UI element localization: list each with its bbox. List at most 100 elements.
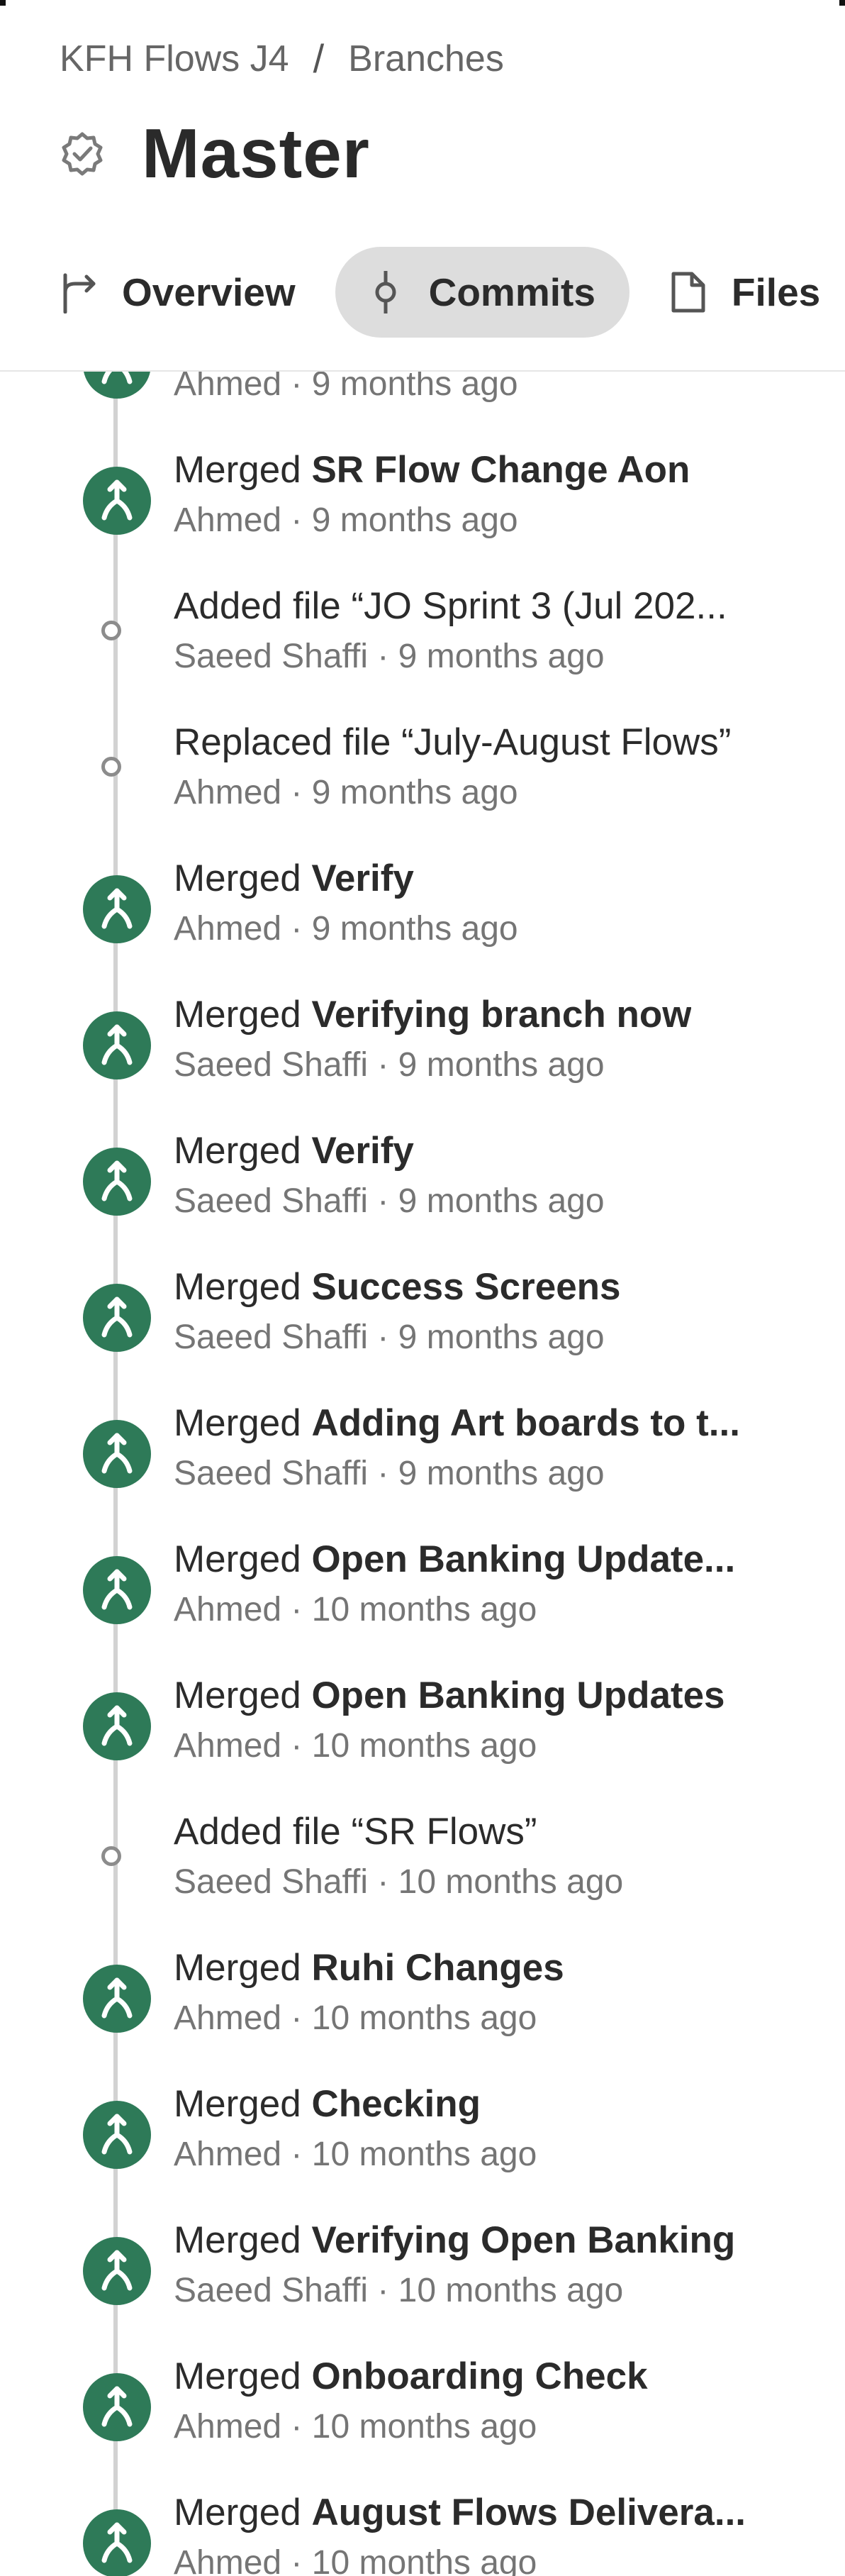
commit-time: 10 months ago <box>311 1727 537 1765</box>
commit-branch-name: Checking <box>311 2083 481 2125</box>
meta-separator: · <box>281 2544 312 2576</box>
commit-author: Saeed Shaffi <box>174 1318 369 1356</box>
commit-row[interactable]: Merged Verify Ahmed · 9 months ago <box>0 851 845 987</box>
merge-icon <box>83 875 151 943</box>
tab-bar: Overview Commits Files <box>60 247 845 338</box>
commit-action: Merged <box>174 1402 312 1444</box>
commit-message: Merged Open Banking Updates <box>174 1674 725 1717</box>
merge-icon <box>83 1965 151 2033</box>
meta-separator: · <box>368 638 398 675</box>
commit-meta: Ahmed · 10 months ago <box>174 1999 537 2038</box>
merge-icon-glyph <box>101 1569 133 1610</box>
commit-time: 9 months ago <box>398 1455 605 1492</box>
merge-icon-glyph <box>101 888 133 929</box>
meta-separator: · <box>281 2136 312 2173</box>
commit-time: 9 months ago <box>398 1046 605 1084</box>
commit-meta: Saeed Shaffi · 9 months ago <box>174 1182 605 1221</box>
file-change-dot-icon <box>101 757 121 777</box>
merge-icon-glyph <box>101 1433 133 1474</box>
merge-icon <box>83 2101 151 2169</box>
commit-list[interactable]: Ahmed · 9 months ago Merged SR Flow Chang… <box>0 0 845 2576</box>
merge-icon <box>83 1011 151 1079</box>
commit-branch-name: Adding Art boards to t... <box>311 1402 740 1444</box>
commit-action: Merged <box>174 1675 312 1716</box>
commit-author: Ahmed <box>174 501 282 539</box>
commit-row[interactable]: Merged August Flows Delivera... Ahmed · 1… <box>0 2485 845 2576</box>
commit-row[interactable]: Merged Open Banking Update... Ahmed · 10 … <box>0 1532 845 1668</box>
tab-files[interactable]: Files <box>669 247 820 338</box>
commit-message: Merged SR Flow Change Aon <box>174 448 690 492</box>
breadcrumb-branches-link[interactable]: Branches <box>348 38 504 80</box>
meta-separator: · <box>281 1999 312 2037</box>
commit-message: Merged Verify <box>174 1129 414 1172</box>
commit-branch-name: Verify <box>311 1130 414 1172</box>
commit-row[interactable]: Merged Success Screens Saeed Shaffi · 9 m… <box>0 1260 845 1396</box>
commit-time: 10 months ago <box>398 2272 624 2309</box>
commit-meta: Ahmed · 10 months ago <box>174 2543 537 2576</box>
commit-message: Added file “JO Sprint 3 (Jul 202... <box>174 584 727 628</box>
commit-row[interactable]: Merged Adding Art boards to t... Saeed Sh… <box>0 1396 845 1532</box>
commit-time: 9 months ago <box>311 910 518 948</box>
commit-branch-name: Success Screens <box>311 1266 621 1308</box>
commit-time: 10 months ago <box>311 2136 537 2173</box>
commit-time: 10 months ago <box>311 1999 537 2037</box>
meta-separator: · <box>281 910 312 948</box>
commit-message: Merged Open Banking Update... <box>174 1538 735 1581</box>
commit-action: Merged <box>174 1538 312 1580</box>
commit-author: Saeed Shaffi <box>174 2272 369 2309</box>
tab-commits[interactable]: Commits <box>335 247 629 338</box>
meta-separator: · <box>368 1318 398 1356</box>
commit-action: Merged <box>174 994 312 1036</box>
commit-author: Saeed Shaffi <box>174 1455 369 1492</box>
commit-author: Saeed Shaffi <box>174 638 369 675</box>
commit-branch-name: Verifying branch now <box>311 994 692 1036</box>
commit-meta: Saeed Shaffi · 10 months ago <box>174 1862 623 1902</box>
commit-message: Merged Verifying Open Banking <box>174 2219 735 2262</box>
meta-separator: · <box>368 1046 398 1084</box>
commit-action: Merged <box>174 2355 312 2397</box>
meta-separator: · <box>281 2408 312 2445</box>
tab-overview[interactable]: Overview <box>60 247 296 338</box>
merge-icon-glyph <box>101 1705 133 1746</box>
commit-meta: Ahmed · 9 months ago <box>174 909 518 948</box>
commit-author: Saeed Shaffi <box>174 1863 369 1901</box>
branch-overview-icon <box>63 273 96 313</box>
merge-icon-glyph <box>101 1024 133 1065</box>
commit-action: Merged <box>174 449 312 491</box>
commit-time: 9 months ago <box>311 774 518 811</box>
commit-action: Merged <box>174 2492 312 2533</box>
commit-meta: Saeed Shaffi · 9 months ago <box>174 1045 605 1084</box>
commit-branch-name: Ruhi Changes <box>311 1947 564 1989</box>
commit-row[interactable]: Merged Verifying Open Banking Saeed Shaff… <box>0 2213 845 2349</box>
commit-row[interactable]: Added file “SR Flows” Saeed Shaffi · 10 m… <box>0 1804 845 1941</box>
merge-icon-glyph <box>101 2522 133 2563</box>
commit-row[interactable]: Added file “JO Sprint 3 (Jul 202... Saeed… <box>0 579 845 715</box>
merge-icon <box>83 2509 151 2576</box>
breadcrumb-project-link[interactable]: KFH Flows J4 <box>60 38 289 80</box>
commit-row[interactable]: Merged Open Banking Updates Ahmed · 10 mo… <box>0 1668 845 1804</box>
merge-icon-glyph <box>101 2386 133 2427</box>
commit-row[interactable]: Merged Onboarding Check Ahmed · 10 months… <box>0 2349 845 2485</box>
commit-message: Merged Onboarding Check <box>174 2355 648 2398</box>
commit-branch-name: Verify <box>311 857 414 899</box>
commit-message: Merged Ruhi Changes <box>174 1946 564 1989</box>
merge-icon <box>83 1420 151 1488</box>
commit-author: Ahmed <box>174 1999 282 2037</box>
commit-branch-name: Open Banking Update... <box>311 1538 736 1580</box>
merge-icon-glyph <box>101 1160 133 1201</box>
commit-meta: Ahmed · 9 months ago <box>174 501 518 540</box>
meta-separator: · <box>368 1455 398 1492</box>
file-change-dot-icon <box>101 621 121 640</box>
commit-row[interactable]: Replaced file “July-August Flows” Ahmed ·… <box>0 715 845 851</box>
commit-action: Added file “SR Flows” <box>174 1811 537 1853</box>
commit-row[interactable]: Merged Ruhi Changes Ahmed · 10 months ago <box>0 1941 845 2077</box>
commit-row[interactable]: Merged SR Flow Change Aon Ahmed · 9 month… <box>0 443 845 579</box>
commit-icon <box>375 271 396 313</box>
commit-row[interactable]: Merged Verifying branch now Saeed Shaffi … <box>0 987 845 1123</box>
commit-row[interactable]: Merged Verify Saeed Shaffi · 9 months ago <box>0 1123 845 1260</box>
merge-icon <box>83 1556 151 1624</box>
commit-action: Merged <box>174 1947 312 1989</box>
breadcrumb: KFH Flows J4 / Branches <box>60 35 504 82</box>
meta-separator: · <box>281 1727 312 1765</box>
commit-row[interactable]: Merged Checking Ahmed · 10 months ago <box>0 2077 845 2213</box>
